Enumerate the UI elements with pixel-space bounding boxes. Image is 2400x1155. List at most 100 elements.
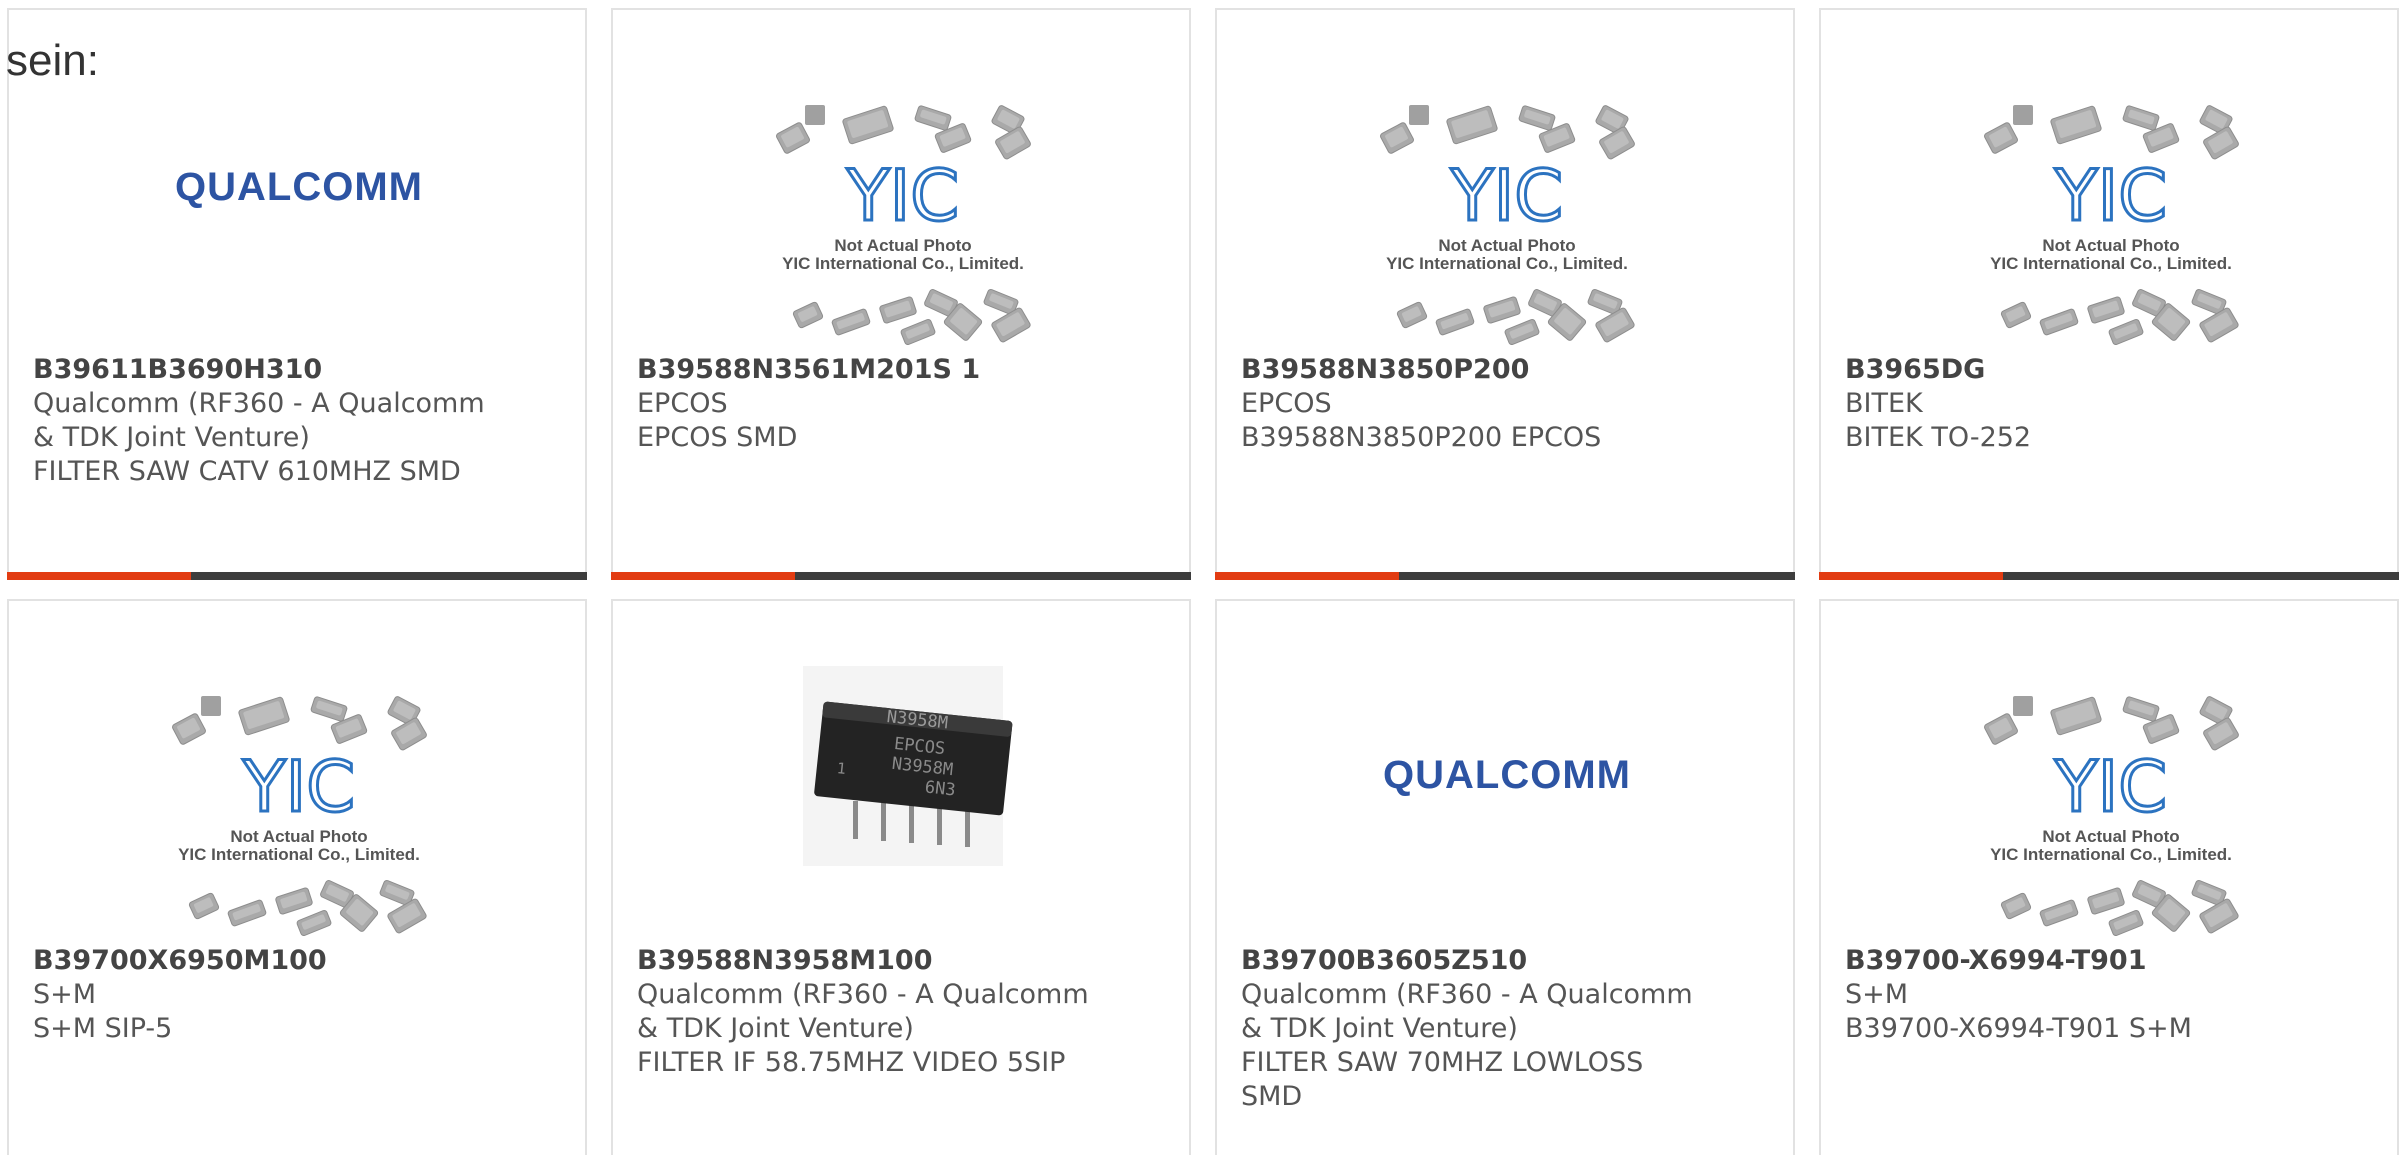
yic-logo-icon: YIC	[1448, 154, 1564, 239]
product-image[interactable]: N3958M EPCOS N3958M 6N3 1	[613, 601, 1189, 941]
yic-logo-text: YIC	[846, 155, 959, 237]
part-number[interactable]: B3965DG	[1845, 353, 2315, 387]
manufacturer: EPCOS	[1241, 388, 1332, 419]
part-number[interactable]: B39588N3850P200	[1241, 353, 1711, 387]
product-card[interactable]: QUALCOMM B39700B3605Z510 Qualcomm (RF360…	[1215, 599, 1795, 1155]
card-accent-bar	[1215, 572, 1399, 580]
description: FILTER IF 58.75MHZ VIDEO 5SIP	[637, 1047, 1066, 1078]
placeholder-caption: Not Actual Photo	[2042, 827, 2179, 846]
chip-icons-bottom	[2000, 288, 2239, 346]
chip-icon	[2199, 898, 2239, 934]
chip-icon	[900, 318, 936, 346]
part-number[interactable]: B39588N3958M100	[637, 944, 1107, 978]
card-accent-bar	[1819, 572, 2003, 580]
chip-icon	[914, 105, 952, 131]
chip-icon	[2013, 696, 2033, 716]
chip-icon	[2087, 296, 2125, 324]
product-image[interactable]: YIC Not Actual Photo YIC International Co.…	[613, 10, 1189, 350]
chip-marking: 1	[836, 759, 847, 778]
yic-logo-text: YIC	[2054, 746, 2167, 828]
chip-icon	[879, 296, 917, 324]
not-actual-photo-image: YICNot Actual PhotoYIC International Co.…	[1984, 105, 2239, 346]
qualcomm-logo-text: QUALCOMM	[175, 165, 423, 209]
chip-icon	[995, 126, 1031, 160]
chip-marking: 6N3	[924, 777, 957, 800]
product-image[interactable]: YIC Not Actual Photo YIC International Co.…	[1821, 601, 2397, 941]
yic-logo-text: YIC	[2054, 155, 2167, 237]
chip-icon	[1396, 301, 1428, 329]
product-card[interactable]: QUALCOMM B39611B3690H310 Qualcomm (RF360…	[7, 8, 587, 580]
description: B39588N3850P200 EPCOS	[1241, 422, 1602, 453]
yic-logo-icon: YIC	[844, 154, 960, 239]
chip-icons-top	[1984, 696, 2239, 751]
product-card[interactable]: YIC Not Actual Photo YIC International Co.…	[611, 8, 1191, 580]
chip-icon	[792, 301, 824, 329]
yic-logo-icon: YIC	[2052, 154, 2168, 239]
product-card[interactable]: YIC Not Actual Photo YIC International Co.…	[7, 599, 587, 1155]
card-bottom-bar	[7, 572, 587, 580]
chip-icons-top	[1380, 105, 1635, 160]
yic-logo-icon: YIC	[2052, 745, 2168, 830]
chip-icon	[2000, 892, 2032, 920]
yic-logo-icon: YIC	[240, 745, 356, 830]
product-image[interactable]: YIC Not Actual Photo YIC International Co.…	[9, 601, 585, 941]
chip-icon	[1599, 126, 1635, 160]
part-number[interactable]: B39700B3605Z510	[1241, 944, 1711, 978]
chip-icon	[2203, 717, 2239, 751]
chip-icon	[1409, 105, 1429, 125]
product-image[interactable]: QUALCOMM	[1217, 601, 1793, 941]
yic-logo-text: YIC	[242, 746, 355, 828]
manufacturer: Qualcomm (RF360 - A Qualcomm & TDK Joint…	[637, 979, 1089, 1044]
placeholder-caption: Not Actual Photo	[230, 827, 367, 846]
chip-icon	[2000, 301, 2032, 329]
product-card[interactable]: YIC Not Actual Photo YIC International Co.…	[1819, 8, 2399, 580]
chip-icons-top	[776, 105, 1031, 160]
part-number[interactable]: B39611B3690H310	[33, 353, 503, 387]
placeholder-caption: YIC International Co., Limited.	[1386, 254, 1628, 273]
description: B39700-X6994-T901 S+M	[1845, 1013, 2192, 1044]
intro-text: sein:	[6, 36, 99, 85]
chip-icon	[1984, 713, 2018, 745]
chip-icon	[310, 696, 348, 722]
placeholder-caption: Not Actual Photo	[834, 236, 971, 255]
product-image[interactable]: YIC Not Actual Photo YIC International Co.…	[1217, 10, 1793, 350]
chip-icon	[1446, 105, 1498, 145]
placeholder-caption: YIC International Co., Limited.	[1990, 845, 2232, 864]
chip-icon	[1984, 122, 2018, 154]
product-card[interactable]: N3958M EPCOS N3958M 6N3 1 B39588N3958M10…	[611, 599, 1191, 1155]
chip-icon	[842, 105, 894, 145]
placeholder-caption: YIC International Co., Limited.	[178, 845, 420, 864]
manufacturer: EPCOS	[637, 388, 728, 419]
chip-icon	[776, 122, 810, 154]
product-card[interactable]: YIC Not Actual Photo YIC International Co.…	[1215, 8, 1795, 580]
part-number[interactable]: B39588N3561M201S 1	[637, 353, 1107, 387]
chip-icon	[227, 899, 267, 927]
chip-icons-top	[1984, 105, 2239, 160]
manufacturer: S+M	[33, 979, 97, 1010]
product-card[interactable]: YIC Not Actual Photo YIC International Co.…	[1819, 599, 2399, 1155]
placeholder-caption: YIC International Co., Limited.	[1990, 254, 2232, 273]
not-actual-photo-image: YICNot Actual PhotoYIC International Co.…	[1984, 696, 2239, 937]
part-number[interactable]: B39700X6950M100	[33, 944, 503, 978]
chip-icon	[391, 717, 427, 751]
manufacturer: Qualcomm (RF360 - A Qualcomm & TDK Joint…	[1241, 979, 1693, 1044]
part-number[interactable]: B39700-X6994-T901	[1845, 944, 2315, 978]
product-image[interactable]: YIC Not Actual Photo YIC International Co.…	[1821, 10, 2397, 350]
chip-icons-bottom	[792, 288, 1031, 346]
not-actual-photo-image: YICNot Actual PhotoYIC International Co.…	[1380, 105, 1635, 346]
chip-icon	[2122, 105, 2160, 131]
chip-icon	[296, 909, 332, 937]
chip-icon	[1380, 122, 1414, 154]
chip-icon	[188, 892, 220, 920]
description: S+M SIP-5	[33, 1013, 173, 1044]
card-bottom-bar	[611, 572, 1191, 580]
chip-icon	[2039, 899, 2079, 927]
qualcomm-logo-text: QUALCOMM	[1383, 753, 1631, 797]
chip-icon	[201, 696, 221, 716]
card-accent-bar	[7, 572, 191, 580]
chip-icon	[2050, 105, 2102, 145]
manufacturer: S+M	[1845, 979, 1909, 1010]
chip-icon	[1435, 308, 1475, 336]
chip-icon	[2108, 909, 2144, 937]
description: EPCOS SMD	[637, 422, 798, 453]
